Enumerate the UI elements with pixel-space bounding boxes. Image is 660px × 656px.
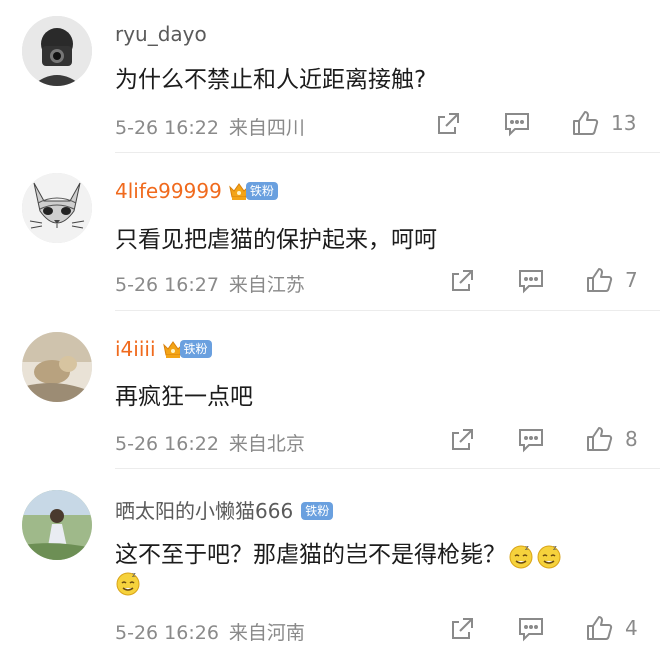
fan-badge: 铁粉 xyxy=(179,339,212,358)
share-icon[interactable] xyxy=(449,427,475,453)
username-text: i4iiii xyxy=(115,337,156,361)
sleepy-emoji-icon: z xyxy=(536,543,562,569)
like-button[interactable]: 8 xyxy=(585,425,638,453)
user-badges: 铁粉 xyxy=(301,501,334,520)
comment-time: 5-26 16:22 xyxy=(115,433,219,455)
thumbs-up-icon xyxy=(585,266,615,294)
sleepy-emoji-icon: z xyxy=(115,570,141,596)
divider xyxy=(115,310,660,311)
divider xyxy=(115,152,660,153)
comment-text: 为什么不禁止和人近距离接触? xyxy=(115,67,427,93)
svg-text:z: z xyxy=(553,544,557,552)
comment-icon[interactable] xyxy=(517,268,545,294)
comment-text: 再疯狂一点吧 xyxy=(115,384,253,410)
comment-icon[interactable] xyxy=(517,427,545,453)
thumbs-up-icon xyxy=(571,109,601,137)
comment-location: 来自四川 xyxy=(228,117,305,139)
comment-icon[interactable] xyxy=(503,111,531,137)
comment-meta: 5-26 16:27 来自江苏 xyxy=(115,270,305,297)
like-button[interactable]: 4 xyxy=(585,614,638,642)
comment-meta: 5-26 16:22 来自四川 xyxy=(115,113,305,140)
comment-location: 来自北京 xyxy=(228,433,305,455)
fan-badge: 铁粉 xyxy=(301,501,334,520)
like-button[interactable]: 13 xyxy=(571,109,636,137)
comment-text: 这不至于吧？那虐猫的岂不是得枪毙？ z z xyxy=(115,535,562,569)
username[interactable]: 4life99999 铁粉 xyxy=(115,179,278,203)
username[interactable]: 晒太阳的小懒猫666 铁粉 xyxy=(115,495,334,524)
divider xyxy=(115,468,660,469)
username-text: 晒太阳的小懒猫666 xyxy=(115,499,294,523)
comment-time: 5-26 16:26 xyxy=(115,622,219,644)
comment-location: 来自河南 xyxy=(228,622,305,644)
svg-text:z: z xyxy=(132,571,136,579)
share-icon[interactable] xyxy=(435,111,461,137)
comment-time: 5-26 16:27 xyxy=(115,274,219,296)
thumbs-up-icon xyxy=(585,425,615,453)
like-button[interactable]: 7 xyxy=(585,266,638,294)
username[interactable]: i4iiii 铁粉 xyxy=(115,337,212,361)
comment-meta: 5-26 16:22 来自北京 xyxy=(115,429,305,456)
username[interactable]: ryu_dayo xyxy=(115,22,207,46)
sleepy-emoji-icon: z xyxy=(508,543,534,569)
comment-location: 来自江苏 xyxy=(228,274,305,296)
username-text: 4life99999 xyxy=(115,179,222,203)
comment-meta: 5-26 16:26 来自河南 xyxy=(115,618,305,645)
like-count: 7 xyxy=(625,268,638,292)
avatar[interactable] xyxy=(22,16,92,86)
like-count: 13 xyxy=(611,111,637,135)
user-badges: 铁粉 xyxy=(228,181,278,201)
user-badges: 铁粉 xyxy=(162,339,212,359)
comment-time: 5-26 16:22 xyxy=(115,117,219,139)
like-count: 8 xyxy=(625,427,638,451)
comment-text: 只看见把虐猫的保护起来，呵呵 xyxy=(115,227,437,253)
thumbs-up-icon xyxy=(585,614,615,642)
svg-text:z: z xyxy=(525,544,529,552)
avatar[interactable] xyxy=(22,332,92,402)
like-count: 4 xyxy=(625,616,638,640)
comment-text-body: 这不至于吧？那虐猫的岂不是得枪毙？ xyxy=(115,542,506,568)
fan-badge: 铁粉 xyxy=(245,181,278,200)
share-icon[interactable] xyxy=(449,616,475,642)
avatar[interactable] xyxy=(22,173,92,243)
comment-text-line2: z xyxy=(115,570,141,596)
avatar[interactable] xyxy=(22,490,92,560)
share-icon[interactable] xyxy=(449,268,475,294)
comment-icon[interactable] xyxy=(517,616,545,642)
